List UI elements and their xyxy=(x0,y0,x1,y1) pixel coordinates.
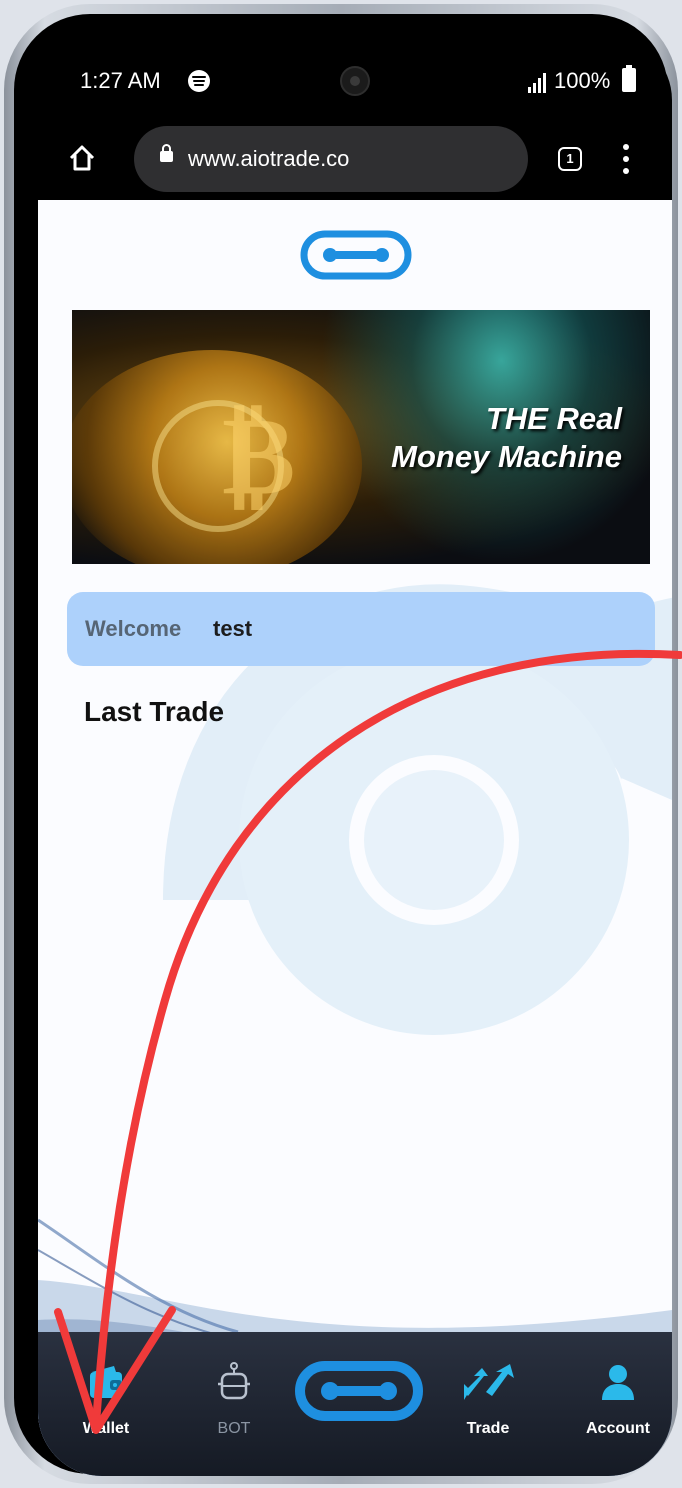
nav-label-wallet: Wallet xyxy=(82,1420,130,1437)
url-text: www.aiotrade.co xyxy=(188,146,350,171)
nav-item-bot[interactable]: BOT xyxy=(184,1362,284,1446)
spotify-icon xyxy=(188,70,210,92)
robot-icon xyxy=(218,1362,250,1400)
last-trade-heading: Last Trade xyxy=(84,696,225,727)
welcome-username: test xyxy=(213,616,253,641)
more-menu-icon[interactable] xyxy=(618,142,634,176)
brand-logo-icon[interactable] xyxy=(300,230,412,280)
nav-item-trade[interactable]: Trade xyxy=(438,1362,538,1446)
web-content: ₿ THE Real Money Machine Welcome test La… xyxy=(38,200,672,1476)
home-icon[interactable] xyxy=(68,144,96,172)
nav-label-trade: Trade xyxy=(466,1420,510,1437)
address-bar[interactable]: www.aiotrade.co xyxy=(134,126,528,192)
bitcoin-symbol: ₿ xyxy=(222,390,296,519)
nav-item-account[interactable]: Account xyxy=(568,1362,668,1446)
signal-icon xyxy=(528,73,550,93)
nav-label-account: Account xyxy=(586,1420,650,1437)
bottom-nav: Wallet BOT Trade Account xyxy=(38,1332,672,1476)
wallet-icon xyxy=(90,1366,122,1398)
status-time: 1:27 AM xyxy=(80,68,161,93)
welcome-banner: Welcome test xyxy=(67,592,655,666)
nav-label-bot: BOT xyxy=(217,1420,251,1437)
tabs-button[interactable]: 1 xyxy=(558,147,582,171)
battery-percent: 100% xyxy=(554,68,611,93)
browser-toolbar: www.aiotrade.co 1 xyxy=(38,118,672,200)
user-icon xyxy=(602,1365,634,1400)
banner-line-1: THE Real xyxy=(485,401,622,436)
screen: 1:27 AM 100% www.aiotrade.co 1 ₿ THE Rea… xyxy=(38,36,672,1476)
promo-banner[interactable]: ₿ THE Real Money Machine xyxy=(72,310,650,564)
battery-icon xyxy=(622,65,636,92)
chain-logo-icon[interactable] xyxy=(294,1358,424,1424)
nav-item-wallet[interactable]: Wallet xyxy=(56,1362,156,1446)
lock-icon xyxy=(160,144,173,162)
phone-bezel: 1:27 AM 100% www.aiotrade.co 1 ₿ THE Rea… xyxy=(14,14,672,1476)
banner-line-2: Money Machine xyxy=(391,439,622,474)
swap-arrows-icon xyxy=(464,1364,514,1400)
status-bar: 1:27 AM 100% xyxy=(38,36,672,118)
welcome-label: Welcome xyxy=(85,616,182,641)
front-camera-icon xyxy=(340,66,370,96)
banner-title: THE Real Money Machine xyxy=(312,400,622,476)
